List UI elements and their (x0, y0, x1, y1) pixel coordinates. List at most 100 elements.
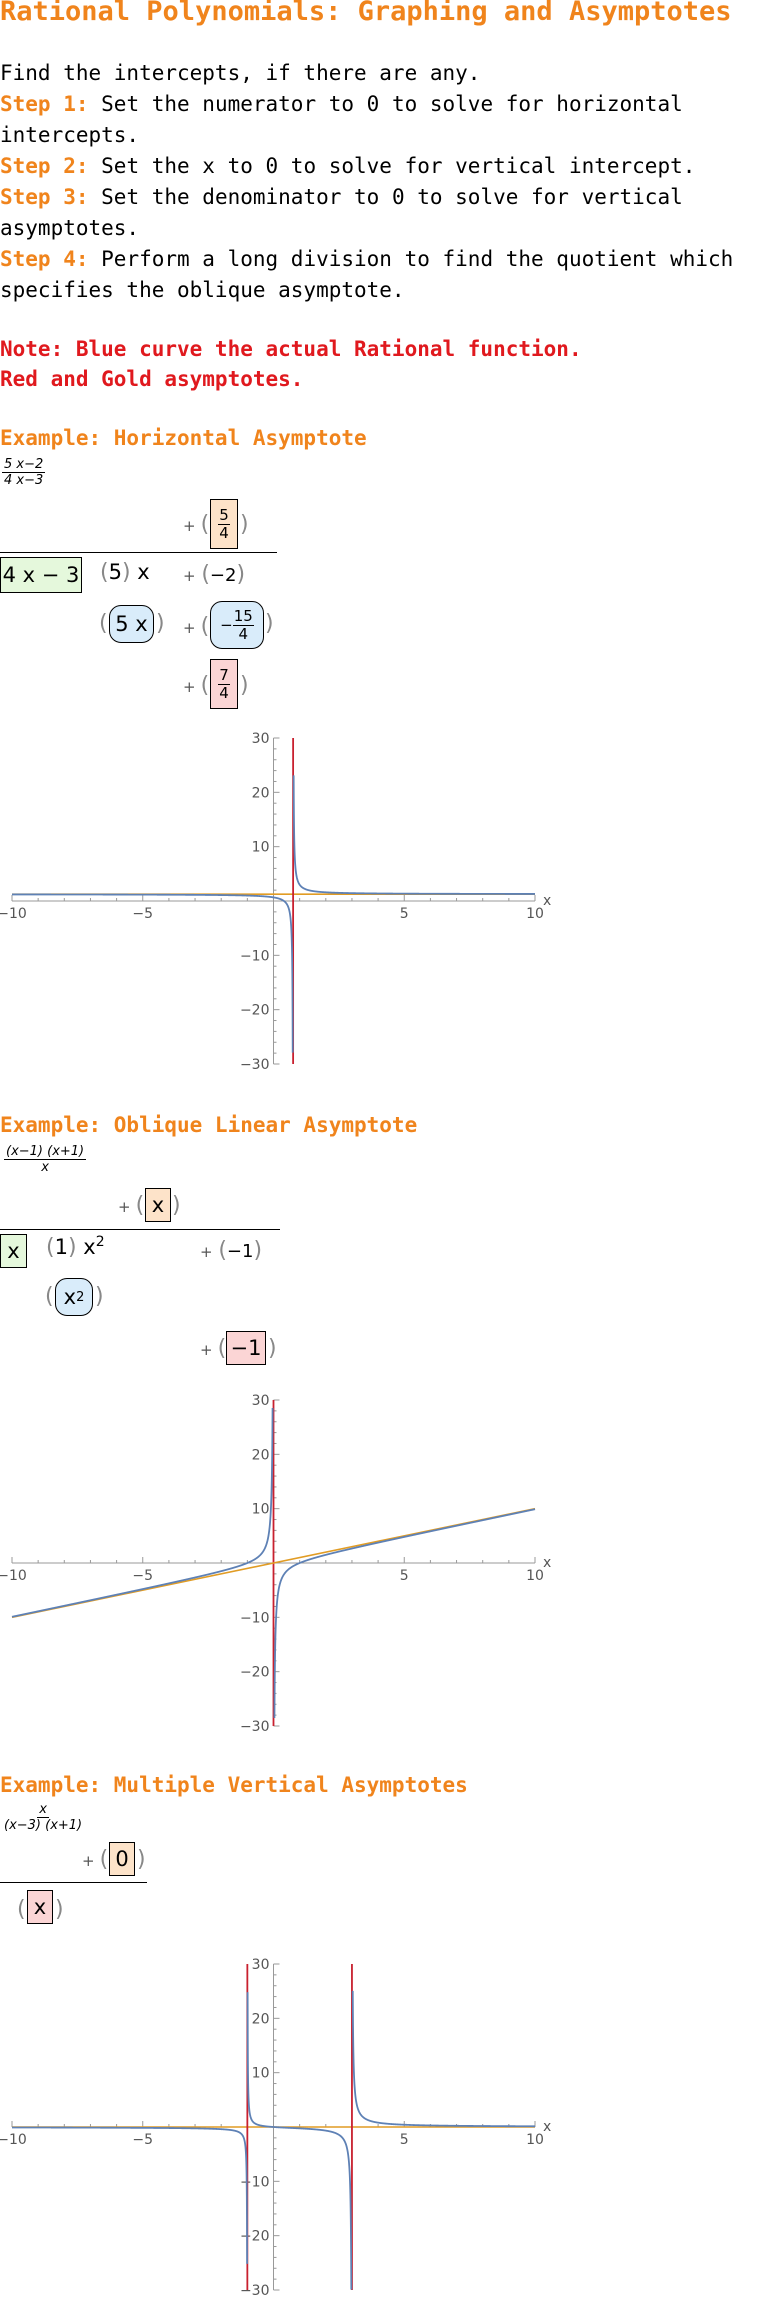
ex2-heading: Example: Oblique Linear Asymptote (0, 1113, 418, 1137)
ex2-remainder-row: + ( (200, 1336, 226, 1361)
x-tick-label: 10 (526, 1568, 544, 1584)
paren: ) (265, 611, 274, 636)
ex1-dividend-term-2: + (−2) (183, 562, 245, 587)
y-tick-label: −20 (240, 2229, 270, 2245)
ex2-quotient-row: + ( (118, 1193, 144, 1218)
ex1-rational-expression: 5 x−2 4 x−3 (2, 457, 46, 488)
ex2-denominator: x (41, 1160, 49, 1175)
ex2-quotient-box: x (145, 1188, 171, 1222)
page-title: Rational Polynomials: Graphing and Asymp… (0, 0, 732, 27)
x-axis-label: x (543, 893, 551, 909)
y-tick-label: 10 (252, 1502, 270, 1518)
ex1-quotient-box: 54 (210, 499, 238, 549)
paren: ( (135, 1193, 145, 1218)
ex1-remainder-den: 4 (219, 683, 229, 702)
ex1-quotient-num: 5 (218, 505, 230, 525)
y-tick-label: 20 (252, 785, 270, 801)
ex2-subtract-exp: 2 (76, 1289, 85, 1305)
x-tick-label: −10 (0, 906, 27, 922)
ex1-dividend-term-1: (5) x (100, 560, 150, 585)
paren: ) (236, 562, 246, 587)
ex2-subtract-var: x (63, 1285, 77, 1309)
y-tick-label: 10 (252, 2066, 270, 2082)
note-line-2: Red and Gold asymptotes. (0, 367, 304, 391)
ex3-quotient-row: + ( (82, 1847, 108, 1872)
step-text: Perform a long division to find the quot… (0, 247, 734, 302)
note: Note: Blue curve the actual Rational fun… (0, 334, 582, 394)
x-tick-label: −5 (132, 2132, 153, 2148)
step-text: Set the denominator to 0 to solve for ve… (0, 185, 683, 240)
y-tick-label: −20 (240, 1003, 270, 1019)
ex1-subtract-den: 4 (238, 624, 249, 643)
paren: ( (99, 1847, 109, 1872)
plus-sign: + (183, 678, 196, 696)
division-bar (0, 552, 277, 553)
paren: ( (45, 1284, 54, 1309)
y-tick-label: −30 (240, 1057, 270, 1073)
ex1-subtract-term-box: 5 x (109, 605, 154, 643)
plus-sign: + (183, 619, 196, 637)
x-tick-label: 5 (400, 1568, 409, 1584)
x-tick-label: 10 (526, 906, 544, 922)
ex1-divisor-box: 4 x − 3 (0, 557, 82, 593)
x-tick-label: −5 (132, 906, 153, 922)
ex2-dividend-const: −1 (226, 1241, 254, 1262)
ex2-remainder-box: −1 (226, 1331, 266, 1365)
ex2-subtract-term-box: x2 (55, 1278, 93, 1316)
y-tick-label: −30 (240, 1719, 270, 1735)
step-text: Set the numerator to 0 to solve for hori… (0, 92, 683, 147)
paren: ) (268, 1336, 277, 1361)
ex1-quotient-den: 4 (219, 523, 229, 542)
y-tick-label: 20 (252, 2011, 270, 2027)
plus-sign: + (183, 517, 196, 535)
paren: ) (240, 512, 249, 537)
minus-sign: − (220, 616, 233, 634)
ex1-dividend-var: x (137, 560, 150, 584)
paren: ( (17, 1897, 26, 1922)
paren: ) (67, 1235, 77, 1260)
plus-sign: + (183, 567, 196, 585)
x-tick-label: −10 (0, 1568, 27, 1584)
ex1-heading: Example: Horizontal Asymptote (0, 426, 367, 450)
ex2-numerator: (x−1) (x+1) (4, 1144, 87, 1160)
step-1: Step 1: Set the numerator to 0 to solve … (0, 89, 765, 151)
y-tick-label: 30 (252, 1957, 270, 1973)
step-label: Step 1: (0, 92, 89, 116)
ex1-dividend-coef: 5 (108, 560, 122, 584)
paren: ) (156, 611, 165, 636)
paren: ( (200, 512, 210, 537)
y-tick-label: −20 (240, 1665, 270, 1681)
y-tick-label: 10 (252, 840, 270, 856)
plus-sign: + (82, 1852, 95, 1870)
ex2-dividend-exp: 2 (95, 1234, 105, 1250)
paren: ) (55, 1897, 64, 1922)
paren: ( (200, 673, 210, 698)
ex3-graph: −10 −5 5 10 30 20 10 −10 −20 −30 x (0, 1957, 551, 2299)
paren: ( (200, 614, 210, 639)
x-tick-label: −5 (132, 1568, 153, 1584)
paren: ( (99, 611, 108, 636)
y-tick-label: −10 (240, 948, 270, 964)
x-axis-label: x (543, 2119, 551, 2135)
y-tick-label: −10 (240, 1610, 270, 1626)
ex1-dividend-const: −2 (209, 565, 237, 586)
step-label: Step 4: (0, 247, 89, 271)
ex1-numerator: 5 x−2 (2, 457, 46, 473)
x-tick-label: 5 (400, 906, 409, 922)
ex3-remainder-box: x (27, 1890, 53, 1924)
x-tick-label: 10 (526, 2132, 544, 2148)
ex1-remainder-box: 74 (210, 659, 238, 709)
y-tick-label: 30 (252, 1393, 270, 1409)
step-label: Step 3: (0, 185, 89, 209)
paren: ) (240, 673, 249, 698)
ex1-remainder-row: + ( (183, 673, 209, 698)
note-line-1: Note: Blue curve the actual Rational fun… (0, 337, 582, 361)
plus-sign: + (200, 1243, 213, 1261)
paren: ( (100, 560, 109, 585)
step-4: Step 4: Perform a long division to find … (0, 244, 765, 306)
step-3: Step 3: Set the denominator to 0 to solv… (0, 182, 765, 244)
ex1-subtract-const-box: − 15 4 (210, 601, 264, 649)
ex3-heading: Example: Multiple Vertical Asymptotes (0, 1773, 468, 1797)
ex1-subtract-num: 15 (232, 606, 254, 626)
ex2-rational-expression: (x−1) (x+1) x (4, 1144, 87, 1175)
